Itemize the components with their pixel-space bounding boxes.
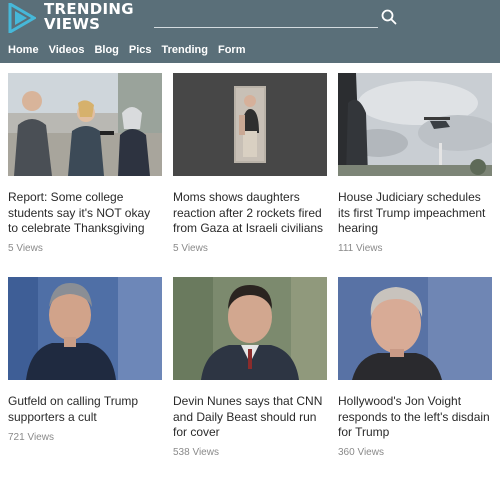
nav-videos[interactable]: Videos bbox=[49, 38, 85, 62]
article-thumbnail[interactable] bbox=[173, 277, 327, 380]
article-title[interactable]: Moms shows daughters reaction after 2 ro… bbox=[173, 190, 327, 237]
search-icon[interactable] bbox=[380, 8, 398, 26]
article-views: 5 Views bbox=[173, 243, 208, 254]
article-card[interactable]: Moms shows daughters reaction after 2 ro… bbox=[173, 73, 327, 258]
article-views: 111 Views bbox=[338, 243, 383, 254]
article-title[interactable]: House Judiciary schedules its first Trum… bbox=[338, 190, 494, 237]
nav-trending[interactable]: Trending bbox=[162, 38, 208, 62]
article-thumbnail[interactable] bbox=[173, 73, 327, 176]
nav-home[interactable]: Home bbox=[8, 38, 39, 62]
site-logo-text[interactable]: TRENDING VIEWS bbox=[44, 2, 134, 32]
article-thumbnail[interactable] bbox=[338, 73, 492, 176]
site-header: TRENDING VIEWS Home Videos Blog Pics Tre… bbox=[0, 0, 500, 63]
article-thumbnail[interactable] bbox=[338, 277, 492, 380]
article-views: 5 Views bbox=[8, 243, 43, 254]
article-title[interactable]: Hollywood's Jon Voight responds to the l… bbox=[338, 394, 494, 441]
nav-form[interactable]: Form bbox=[218, 38, 246, 62]
article-views: 360 Views bbox=[338, 447, 384, 458]
article-card[interactable]: House Judiciary schedules its first Trum… bbox=[338, 73, 492, 258]
article-thumbnail[interactable] bbox=[8, 277, 162, 380]
article-title[interactable]: Report: Some college students say it's N… bbox=[8, 190, 160, 237]
article-views: 721 Views bbox=[8, 432, 54, 443]
article-card[interactable]: Hollywood's Jon Voight responds to the l… bbox=[338, 277, 492, 462]
nav-blog[interactable]: Blog bbox=[94, 38, 118, 62]
article-views: 538 Views bbox=[173, 447, 219, 458]
article-title[interactable]: Devin Nunes says that CNN and Daily Beas… bbox=[173, 394, 327, 441]
main-nav: Home Videos Blog Pics Trending Form bbox=[0, 38, 255, 62]
article-thumbnail[interactable] bbox=[8, 73, 162, 176]
article-card[interactable]: Report: Some college students say it's N… bbox=[8, 73, 162, 258]
article-card[interactable]: Devin Nunes says that CNN and Daily Beas… bbox=[173, 277, 327, 462]
nav-pics[interactable]: Pics bbox=[129, 38, 152, 62]
play-logo-icon[interactable] bbox=[8, 3, 36, 33]
article-title[interactable]: Gutfeld on calling Trump supporters a cu… bbox=[8, 394, 160, 425]
article-card[interactable]: Gutfeld on calling Trump supporters a cu… bbox=[8, 277, 162, 447]
search-input[interactable] bbox=[154, 10, 378, 28]
logo-line-2: VIEWS bbox=[44, 15, 101, 33]
